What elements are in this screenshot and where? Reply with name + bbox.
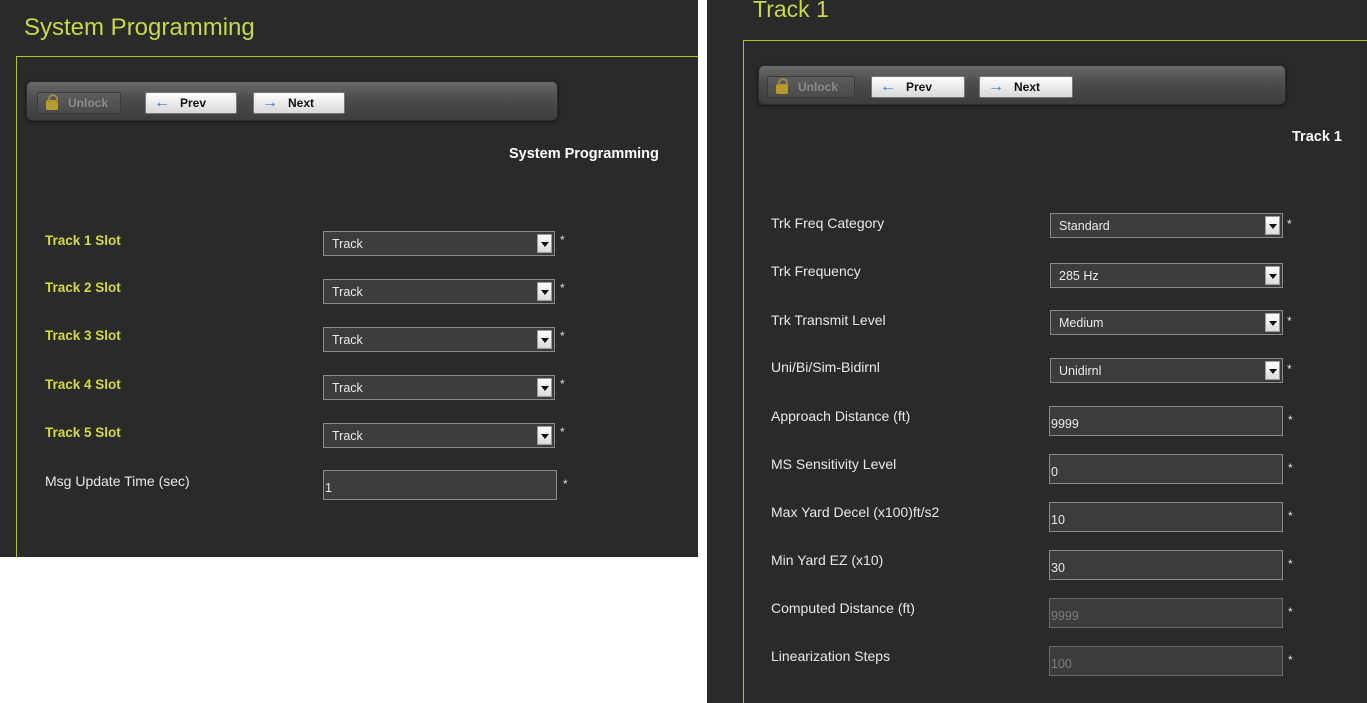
trk-frequency-select[interactable]: 285 Hz	[1050, 263, 1283, 288]
chevron-down-icon[interactable]	[1265, 216, 1280, 235]
track-1-slot-select[interactable]: Track	[323, 231, 555, 256]
track-2-slot-label: Track 2 Slot	[45, 280, 121, 295]
section-title: Track 1	[1292, 129, 1342, 145]
required-marker: *	[560, 233, 565, 247]
toolbar: Unlock Prev Next	[758, 65, 1286, 105]
required-marker: *	[1288, 653, 1293, 667]
lock-icon	[46, 94, 58, 110]
section-title: System Programming	[509, 146, 659, 162]
unlock-button[interactable]: Unlock	[767, 76, 855, 98]
required-marker: *	[1287, 217, 1292, 231]
trk-freq-category-label: Trk Freq Category	[771, 215, 885, 231]
track-2-slot-select[interactable]: Track	[323, 279, 555, 304]
required-marker: *	[1287, 314, 1292, 328]
required-marker: *	[1288, 605, 1293, 619]
uni-bi-sim-bidirnl-label: Uni/Bi/Sim-Bidirnl	[771, 359, 880, 375]
toolbar: Unlock Prev Next	[26, 81, 558, 121]
ms-sensitivity-level-input[interactable]: 0	[1049, 454, 1283, 484]
track-4-slot-label: Track 4 Slot	[45, 377, 121, 392]
required-marker: *	[1288, 557, 1293, 571]
next-label: Next	[288, 96, 315, 110]
required-marker: *	[560, 425, 565, 439]
required-marker: *	[560, 281, 565, 295]
chevron-down-icon[interactable]	[537, 378, 552, 397]
track-4-slot-select[interactable]: Track	[323, 375, 555, 400]
track-5-slot-select[interactable]: Track	[323, 423, 555, 448]
ms-sensitivity-level-label: MS Sensitivity Level	[771, 456, 897, 472]
unlock-button[interactable]: Unlock	[37, 92, 121, 114]
trk-transmit-level-select[interactable]: Medium	[1050, 310, 1283, 335]
track-5-slot-label: Track 5 Slot	[45, 425, 121, 440]
track-3-slot-select[interactable]: Track	[323, 327, 555, 352]
required-marker: *	[1288, 509, 1293, 523]
min-yard-ez-label: Min Yard EZ (x10)	[771, 552, 884, 568]
trk-transmit-level-label: Trk Transmit Level	[771, 312, 886, 328]
unlock-label: Unlock	[798, 80, 839, 94]
track-3-slot-label: Track 3 Slot	[45, 328, 121, 343]
required-marker: *	[560, 377, 565, 391]
chevron-down-icon[interactable]	[537, 234, 552, 253]
msg-update-time-label: Msg Update Time (sec)	[45, 473, 190, 489]
window-title: Track 1	[753, 0, 829, 22]
max-yard-decel-label: Max Yard Decel (x100)ft/s2	[771, 504, 940, 520]
system-programming-window: System Programming Unlock Prev Next Syst…	[0, 0, 698, 557]
chevron-down-icon[interactable]	[537, 426, 552, 445]
lock-icon	[776, 78, 788, 94]
chevron-down-icon[interactable]	[1265, 313, 1280, 332]
computed-distance-label: Computed Distance (ft)	[771, 600, 915, 616]
arrow-left-icon	[154, 94, 170, 112]
required-marker: *	[1288, 413, 1293, 427]
prev-label: Prev	[906, 80, 933, 94]
chevron-down-icon[interactable]	[537, 282, 552, 301]
uni-bi-sim-bidirnl-select[interactable]: Unidirnl	[1050, 358, 1283, 383]
msg-update-time-input[interactable]: 1	[323, 470, 557, 500]
prev-label: Prev	[180, 96, 207, 110]
arrow-left-icon	[880, 78, 896, 96]
trk-freq-category-select[interactable]: Standard	[1050, 213, 1283, 238]
required-marker: *	[1287, 362, 1292, 376]
unlock-label: Unlock	[68, 96, 109, 110]
next-button[interactable]: Next	[253, 92, 345, 114]
approach-distance-label: Approach Distance (ft)	[771, 408, 911, 424]
next-button[interactable]: Next	[979, 76, 1073, 98]
prev-button[interactable]: Prev	[145, 92, 237, 114]
prev-button[interactable]: Prev	[871, 76, 965, 98]
next-label: Next	[1014, 80, 1041, 94]
window-title: System Programming	[24, 14, 255, 41]
linearization-steps-label: Linearization Steps	[771, 648, 891, 664]
trk-frequency-label: Trk Frequency	[771, 263, 861, 279]
required-marker: *	[563, 477, 568, 491]
chevron-down-icon[interactable]	[1265, 266, 1280, 285]
computed-distance-input: 9999	[1049, 598, 1283, 628]
arrow-right-icon	[988, 78, 1004, 96]
required-marker: *	[1288, 461, 1293, 475]
chevron-down-icon[interactable]	[537, 330, 552, 349]
approach-distance-input[interactable]: 9999	[1049, 406, 1283, 436]
chevron-down-icon[interactable]	[1265, 361, 1280, 380]
track-1-slot-label: Track 1 Slot	[45, 233, 121, 248]
track-1-window: Track 1 Unlock Prev Next Track 1 Trk Fre…	[707, 0, 1367, 703]
required-marker: *	[560, 329, 565, 343]
min-yard-ez-input[interactable]: 30	[1049, 550, 1283, 580]
arrow-right-icon	[262, 94, 278, 112]
max-yard-decel-input[interactable]: 10	[1049, 502, 1283, 532]
linearization-steps-input: 100	[1049, 646, 1283, 676]
